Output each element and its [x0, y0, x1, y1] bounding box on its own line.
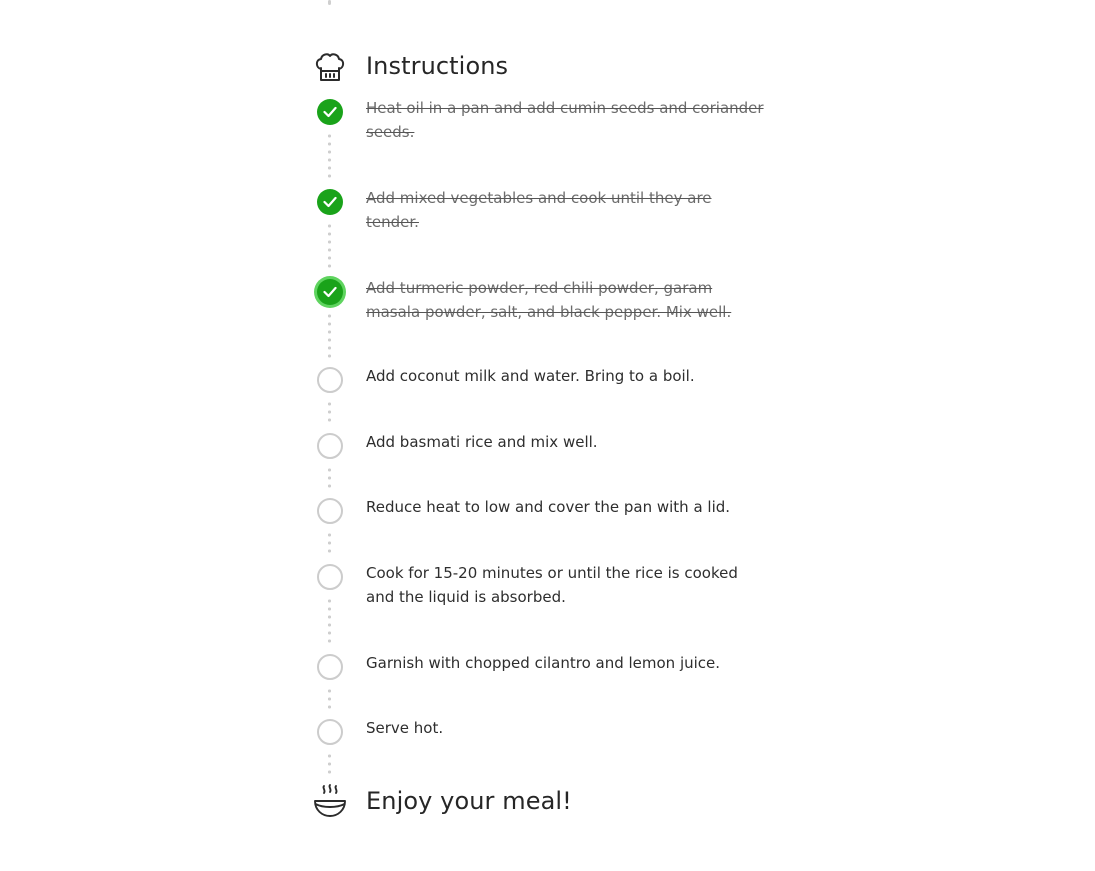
timeline-connector — [328, 222, 331, 272]
timeline-dot — [328, 0, 331, 5]
timeline-connector — [328, 752, 331, 776]
step-checkbox-unchecked[interactable] — [317, 367, 343, 393]
step-checkbox-checked[interactable] — [317, 99, 343, 125]
step-text: Add basmati rice and mix well. — [366, 433, 598, 451]
timeline-connector — [328, 597, 331, 647]
timeline-connector — [328, 531, 331, 557]
step-checkbox-unchecked[interactable] — [317, 498, 343, 524]
step-checkbox-unchecked[interactable] — [317, 719, 343, 745]
timeline-connector — [328, 132, 331, 182]
hot-bowl-icon — [313, 784, 347, 818]
step-text: Heat oil in a pan and add cumin seeds an… — [366, 99, 764, 141]
step-checkbox-unchecked[interactable] — [317, 564, 343, 590]
instructions-header: Instructions — [313, 49, 508, 83]
step-text: Cook for 15-20 minutes or until the rice… — [366, 564, 738, 606]
step-text: Garnish with chopped cilantro and lemon … — [366, 654, 721, 672]
timeline-connector — [328, 400, 331, 426]
step-checkbox-unchecked[interactable] — [317, 654, 343, 680]
timeline-connector — [328, 687, 331, 713]
enjoy-title: Enjoy your meal! — [366, 787, 572, 815]
enjoy-header: Enjoy your meal! — [313, 784, 572, 818]
timeline-connector — [328, 466, 331, 492]
step-checkbox-checked[interactable] — [317, 279, 343, 305]
checkmark-icon — [323, 286, 337, 298]
timeline-connector — [328, 312, 331, 360]
step-checkbox-unchecked[interactable] — [317, 433, 343, 459]
checkmark-icon — [323, 106, 337, 118]
step-text: Serve hot. — [366, 719, 444, 737]
step-text: Add turmeric powder, red chili powder, g… — [366, 279, 732, 321]
instructions-title: Instructions — [366, 52, 509, 80]
step-text: Add mixed vegetables and cook until they… — [366, 189, 712, 231]
step-text: Reduce heat to low and cover the pan wit… — [366, 498, 731, 516]
step-text: Add coconut milk and water. Bring to a b… — [366, 367, 695, 385]
step-checkbox-checked[interactable] — [317, 189, 343, 215]
chef-hat-icon — [313, 49, 347, 83]
recipe-instructions: Instructions Heat oil in a pan and add c… — [313, 0, 793, 871]
checkmark-icon — [323, 196, 337, 208]
